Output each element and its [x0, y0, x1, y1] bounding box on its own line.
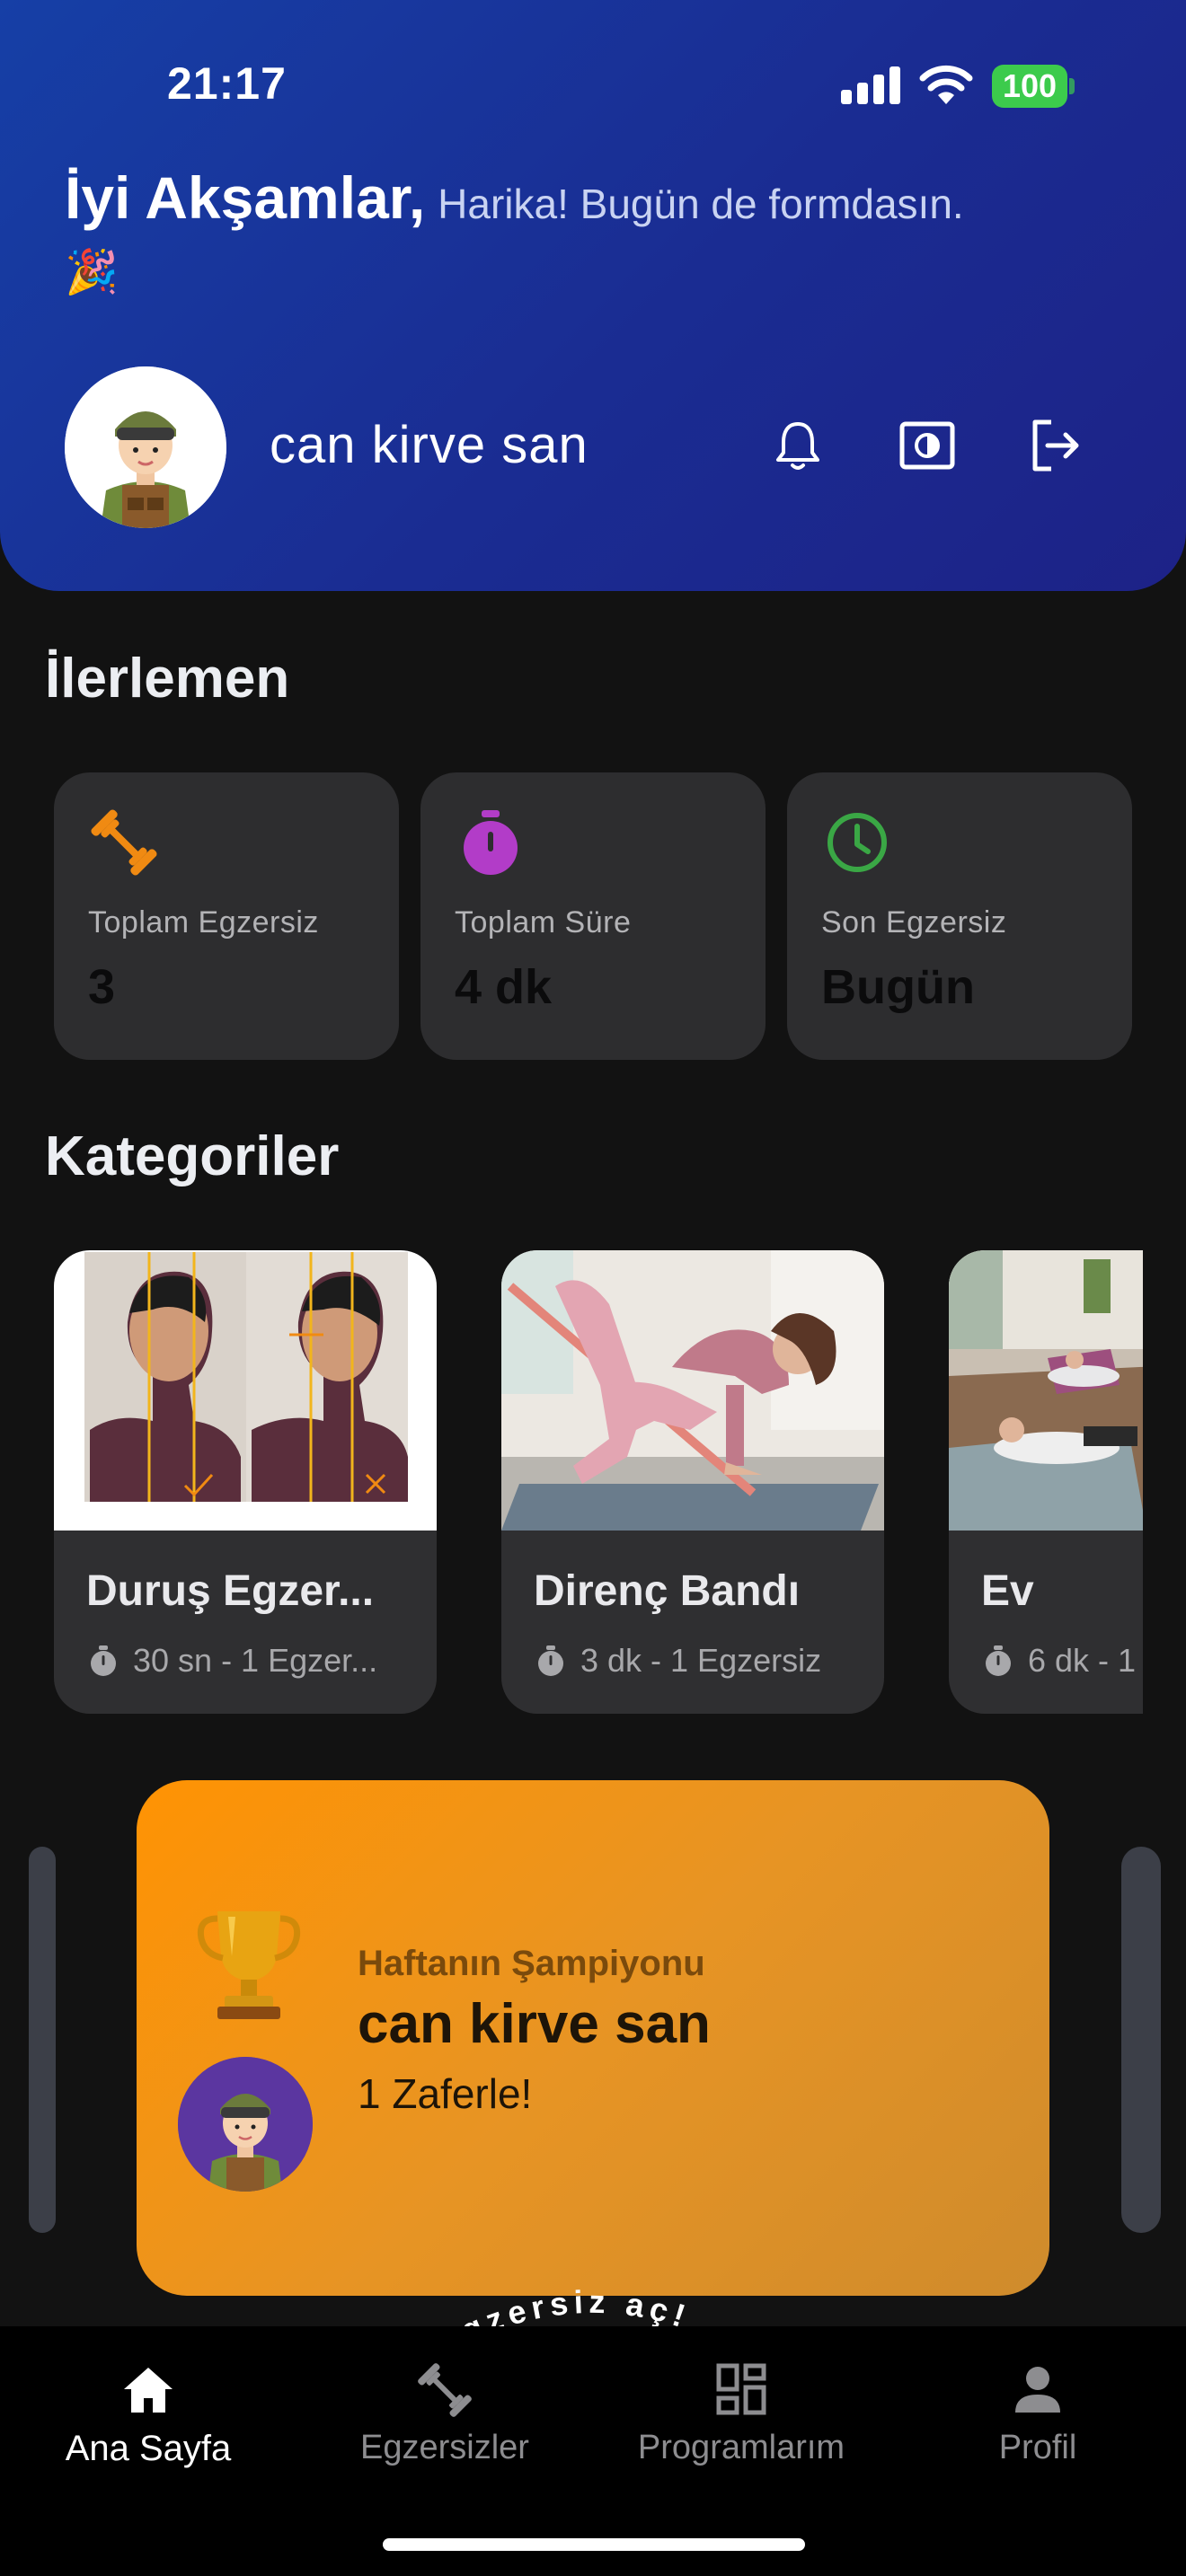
status-bar: 21:17 100: [0, 0, 1186, 162]
category-image: [949, 1250, 1143, 1531]
logout-icon[interactable]: [1024, 415, 1085, 476]
battery-icon: 100: [992, 65, 1075, 108]
nav-label: Programlarım: [637, 2429, 845, 2466]
category-card-home[interactable]: Ev 6 dk - 1: [949, 1250, 1143, 1714]
stat-label: Toplam Egzersiz: [88, 905, 319, 940]
clock-icon: [828, 813, 887, 872]
category-meta: 3 dk - 1 Egzersiz: [534, 1642, 821, 1680]
champion-card[interactable]: Haftanın Şampiyonu can kirve san 1 Zafer…: [137, 1780, 1049, 2296]
soldier-avatar-icon: [178, 2057, 313, 2192]
stat-value: 4 dk: [455, 960, 553, 1014]
wifi-icon: [919, 65, 973, 104]
nav-label: Ana Sayfa: [65, 2429, 232, 2468]
category-image: [54, 1250, 437, 1531]
category-meta: 6 dk - 1: [981, 1642, 1136, 1680]
nav-profile[interactable]: Profil: [890, 2348, 1186, 2492]
champion-label: Haftanın Şampiyonu: [358, 1944, 705, 1983]
champion-wins: 1 Zaferle!: [358, 2070, 533, 2117]
stat-card-last-exercise: Son Egzersiz Bugün: [787, 772, 1132, 1060]
soldier-avatar-icon: [65, 366, 226, 528]
stopwatch-icon: [986, 1645, 1011, 1676]
battery-level: 100: [992, 65, 1067, 108]
stat-label: Toplam Süre: [455, 905, 632, 940]
category-meta-text: 3 dk - 1 Egzersiz: [580, 1642, 822, 1679]
category-image: [501, 1250, 884, 1531]
greeting-title: İyi Akşamlar,: [65, 164, 426, 231]
nav-label: Profil: [998, 2429, 1077, 2466]
status-time: 21:17: [167, 58, 287, 109]
person-icon: [1015, 2367, 1060, 2413]
nav-home[interactable]: Ana Sayfa: [0, 2348, 296, 2492]
nav-programs[interactable]: Programlarım: [593, 2348, 890, 2492]
stat-card-total-exercises: Toplam Egzersiz 3: [54, 772, 399, 1060]
nav-label: Egzersizler: [360, 2429, 529, 2466]
dumbbell-icon: [91, 809, 157, 876]
header-username: can kirve san: [270, 416, 589, 474]
categories-section-title: Kategoriler: [45, 1125, 340, 1187]
category-card-posture[interactable]: Duruş Egzer... 30 sn - 1 Egzer...: [54, 1250, 437, 1714]
nav-exercises[interactable]: Egzersizler: [296, 2348, 593, 2492]
greeting-subtitle: Harika! Bugün de formdasın.: [438, 181, 964, 227]
category-name: Duruş Egzer...: [86, 1567, 375, 1615]
carousel-prev-card[interactable]: [29, 1847, 56, 2233]
champion-avatar: [178, 2057, 313, 2192]
stopwatch-icon: [91, 1645, 116, 1676]
categories-carousel[interactable]: Duruş Egzer... 30 sn - 1 Egzer... Direnç…: [54, 1250, 1143, 1717]
home-indicator[interactable]: [383, 2538, 805, 2551]
stopwatch-icon: [538, 1645, 563, 1676]
header: 21:17 100 İyi Akşamlar, Harika! Bugün de …: [0, 0, 1186, 591]
stopwatch-icon: [464, 810, 518, 875]
dumbbell-icon: [418, 2363, 472, 2417]
avatar[interactable]: [65, 366, 226, 528]
progress-section-title: İlerlemen: [45, 648, 290, 710]
dashboard-icon: [716, 2363, 766, 2415]
party-popper-icon: 🎉: [65, 249, 119, 296]
stat-label: Son Egzersiz: [821, 905, 1007, 940]
category-card-resistance-band[interactable]: Direnç Bandı 3 dk - 1 Egzersiz: [501, 1250, 884, 1714]
category-name: Ev: [981, 1567, 1034, 1615]
category-meta-text: 6 dk - 1: [1028, 1642, 1137, 1679]
category-name: Direnç Bandı: [534, 1567, 801, 1615]
category-meta-text: 30 sn - 1 Egzer...: [133, 1642, 378, 1679]
stat-value: Bugün: [821, 960, 975, 1014]
theme-toggle-icon[interactable]: [897, 415, 958, 476]
trophy-icon: [197, 1911, 301, 2019]
cellular-signal-icon: [841, 66, 900, 104]
greeting: İyi Akşamlar, Harika! Bugün de formdasın.: [65, 163, 1125, 232]
stat-card-total-time: Toplam Süre 4 dk: [420, 772, 766, 1060]
carousel-next-card[interactable]: [1121, 1847, 1161, 2233]
bell-icon[interactable]: [767, 415, 828, 476]
champion-name: can kirve san: [358, 1993, 711, 2055]
category-meta: 30 sn - 1 Egzer...: [86, 1642, 377, 1680]
stat-value: 3: [88, 960, 116, 1014]
home-icon: [124, 2368, 173, 2413]
